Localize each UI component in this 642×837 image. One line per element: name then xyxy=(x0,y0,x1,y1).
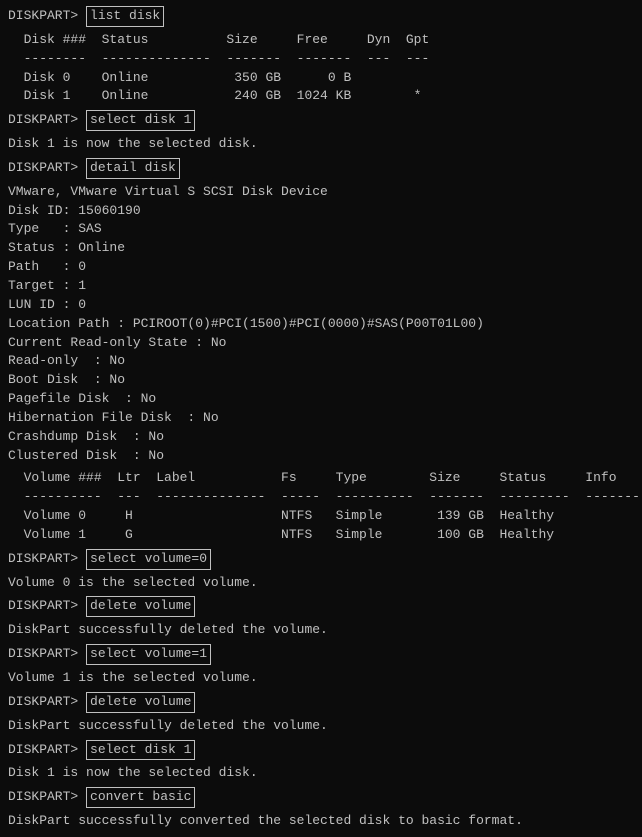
output-line: VMware, VMware Virtual S SCSI Disk Devic… xyxy=(8,183,634,202)
prompt-line: DISKPART> list disk xyxy=(8,6,634,27)
output-line: Hibernation File Disk : No xyxy=(8,409,634,428)
command-text: select volume=0 xyxy=(86,549,211,570)
output-line: DiskPart successfully deleted the volume… xyxy=(8,621,634,640)
command-text: delete volume xyxy=(86,596,195,617)
prompt-line: DISKPART> delete volume xyxy=(8,596,634,617)
output-line: Path : 0 xyxy=(8,258,634,277)
command-text: detail disk xyxy=(86,158,180,179)
output-line: Crashdump Disk : No xyxy=(8,428,634,447)
prompt-text: DISKPART> xyxy=(8,645,86,664)
output-line: Disk ID: 15060190 xyxy=(8,202,634,221)
command-text: list disk xyxy=(86,6,164,27)
prompt-text: DISKPART> xyxy=(8,159,86,178)
output-line: LUN ID : 0 xyxy=(8,296,634,315)
prompt-line: DISKPART> convert basic xyxy=(8,787,634,808)
prompt-line: DISKPART> detail disk xyxy=(8,158,634,179)
output-line: DiskPart successfully deleted the volume… xyxy=(8,717,634,736)
output-line: Type : SAS xyxy=(8,220,634,239)
prompt-line: DISKPART> select disk 1 xyxy=(8,740,634,761)
command-text: delete volume xyxy=(86,692,195,713)
command-text: select volume=1 xyxy=(86,644,211,665)
output-line: Clustered Disk : No xyxy=(8,447,634,466)
prompt-line: DISKPART> select volume=1 xyxy=(8,644,634,665)
output-line: Status : Online xyxy=(8,239,634,258)
prompt-line: DISKPART> delete volume xyxy=(8,692,634,713)
command-text: select disk 1 xyxy=(86,740,195,761)
terminal-window: DISKPART> list disk Disk ### Status Size… xyxy=(8,6,634,831)
output-line: Volume 0 H NTFS Simple 139 GB Healthy xyxy=(8,507,634,526)
output-line: Location Path : PCIROOT(0)#PCI(1500)#PCI… xyxy=(8,315,634,334)
prompt-text: DISKPART> xyxy=(8,550,86,569)
output-line: Boot Disk : No xyxy=(8,371,634,390)
command-text: convert basic xyxy=(86,787,195,808)
prompt-text: DISKPART> xyxy=(8,741,86,760)
output-line: Volume 1 is the selected volume. xyxy=(8,669,634,688)
output-line: ---------- --- -------------- ----- ----… xyxy=(8,488,634,507)
output-line: Disk 1 is now the selected disk. xyxy=(8,764,634,783)
prompt-text: DISKPART> xyxy=(8,693,86,712)
prompt-text: DISKPART> xyxy=(8,111,86,130)
prompt-text: DISKPART> xyxy=(8,7,86,26)
output-line: DiskPart successfully converted the sele… xyxy=(8,812,634,831)
command-text: select disk 1 xyxy=(86,110,195,131)
output-line: Volume 0 is the selected volume. xyxy=(8,574,634,593)
prompt-text: DISKPART> xyxy=(8,597,86,616)
prompt-line: DISKPART> select volume=0 xyxy=(8,549,634,570)
output-line: Disk 1 is now the selected disk. xyxy=(8,135,634,154)
output-line: Disk ### Status Size Free Dyn Gpt xyxy=(8,31,634,50)
prompt-text: DISKPART> xyxy=(8,788,86,807)
output-line: -------- -------------- ------- ------- … xyxy=(8,50,634,69)
output-line: Pagefile Disk : No xyxy=(8,390,634,409)
output-line: Current Read-only State : No xyxy=(8,334,634,353)
output-line: Volume 1 G NTFS Simple 100 GB Healthy xyxy=(8,526,634,545)
output-line: Volume ### Ltr Label Fs Type Size Status… xyxy=(8,469,634,488)
prompt-line: DISKPART> select disk 1 xyxy=(8,110,634,131)
output-line: Disk 1 Online 240 GB 1024 KB * xyxy=(8,87,634,106)
output-line: Read-only : No xyxy=(8,352,634,371)
output-line: Disk 0 Online 350 GB 0 B xyxy=(8,69,634,88)
output-line: Target : 1 xyxy=(8,277,634,296)
